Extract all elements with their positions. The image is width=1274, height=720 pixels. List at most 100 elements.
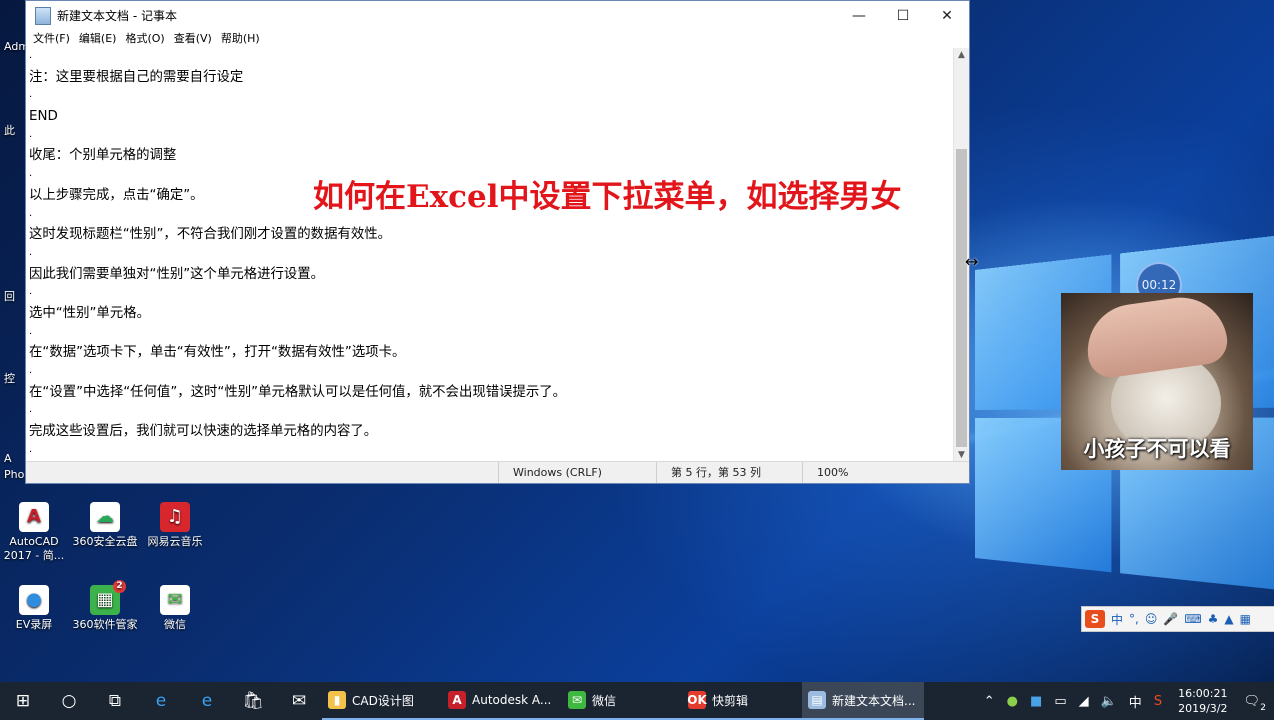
toolbox-icon[interactable]: ▦ — [1240, 612, 1251, 626]
desktop-icon-label-partial[interactable]: A — [4, 452, 12, 465]
text-line[interactable]: . — [26, 324, 956, 344]
close-button[interactable]: ✕ — [925, 1, 969, 30]
text-line[interactable]: . — [26, 245, 956, 265]
text-line[interactable]: 在“数据”选项卡下，单击“有效性”，打开“数据有效性”选项卡。 — [26, 343, 956, 363]
text-line[interactable]: 这时发现标题栏“性别”，不符合我们刚才设置的数据有效性。 — [26, 225, 956, 245]
volume-icon[interactable]: 🔈 — [1095, 694, 1123, 709]
video-overlay-title: 如何在Excel中设置下拉菜单，如选择男女 — [313, 179, 902, 215]
webcam-caption: 小孩子不可以看 — [1083, 437, 1231, 461]
desktop-icon-label: 网易云音乐 — [147, 535, 203, 548]
shirt-icon[interactable]: ▲ — [1224, 612, 1233, 626]
scroll-up-icon[interactable]: ▲ — [954, 48, 969, 63]
taskbar-app-label: Autodesk A... — [472, 693, 552, 707]
text-line[interactable]: 注：这里要根据自己的需要自行设定 — [26, 68, 956, 88]
desktop: Adm 此 回 控 A Pho A AutoCAD 2017 - 简... ☁ … — [0, 0, 1274, 682]
network-icon[interactable]: ◢ — [1073, 694, 1095, 709]
text-line[interactable]: . — [26, 127, 956, 147]
mail-icon[interactable]: ✉ — [276, 682, 322, 720]
ime-toolbar[interactable]: S 中 °, ☺ 🎤 ⌨ ♣ ▲ ▦ — [1081, 606, 1274, 632]
taskbar-app-label: 快剪辑 — [712, 693, 749, 708]
ime-language[interactable]: 中 — [1111, 611, 1123, 628]
notification-center-icon[interactable]: 🗨 2 — [1237, 694, 1274, 713]
text-line[interactable]: END — [26, 107, 956, 127]
skin-icon[interactable]: ♣ — [1208, 612, 1219, 626]
input-language[interactable]: 中 — [1123, 692, 1148, 711]
desktop-icon-label: 微信 — [164, 618, 186, 631]
text-line[interactable]: . — [26, 442, 956, 462]
punctuation-icon[interactable]: °, — [1129, 612, 1139, 626]
status-cursor-position: 第 5 行，第 53 列 — [656, 462, 802, 483]
menu-view[interactable]: 查看(V) — [171, 30, 218, 48]
notification-count: 2 — [1260, 702, 1266, 713]
scrollbar-thumb[interactable] — [956, 149, 967, 447]
text-line[interactable]: . — [26, 48, 956, 68]
desktop-icon-label: 360软件管家 — [72, 618, 138, 631]
hand-image — [1081, 293, 1231, 381]
notepad-window[interactable]: 新建文本文档 - 记事本 — ☐ ✕ 文件(F) 编辑(E) 格式(O) 查看(… — [25, 0, 970, 484]
start-button[interactable]: ⊞ — [0, 682, 46, 720]
menu-help[interactable]: 帮助(H) — [218, 30, 266, 48]
cortana-search-icon[interactable]: ○ — [46, 682, 92, 720]
desktop-icon-360-software[interactable]: ▦ 2 360软件管家 — [71, 580, 139, 632]
desktop-icon-wechat[interactable]: ✉ 微信 — [141, 585, 209, 632]
status-zoom: 100% — [802, 462, 962, 483]
badge-count: 2 — [113, 580, 126, 593]
desktop-icon-label-partial[interactable]: 控 — [4, 370, 15, 386]
battery-icon[interactable]: ▭ — [1048, 694, 1072, 709]
taskbar: ⊞ ○ ⧉ e e 🛍 ✉ ▮ CAD设计图 A Autodesk A... ✉ 微信 OK… — [0, 682, 1274, 720]
wechat-icon: ✉ — [160, 585, 190, 615]
desktop-icon-autocad[interactable]: A AutoCAD 2017 - 简... — [0, 502, 68, 563]
text-line[interactable]: 完成这些设置后，我们就可以快速的选择单元格的内容了。 — [26, 422, 956, 442]
webcam-overlay: 小孩子不可以看 — [1061, 293, 1253, 470]
text-line[interactable]: 因此我们需要单独对“性别”这个单元格进行设置。 — [26, 265, 956, 285]
desktop-icon-label-partial[interactable]: 回 — [4, 288, 15, 304]
task-view-icon[interactable]: ⧉ — [92, 682, 138, 720]
sogou-tray-icon[interactable]: S — [1148, 694, 1168, 709]
emoji-icon[interactable]: ☺ — [1145, 612, 1158, 626]
taskbar-app-icon: OK — [687, 691, 707, 709]
ie-browser-icon[interactable]: e — [138, 682, 184, 720]
edge-browser-icon[interactable]: e — [184, 682, 230, 720]
software-manager-icon: ▦ 2 — [90, 580, 126, 615]
clock[interactable]: 16:00:21 2019/3/2 — [1168, 686, 1237, 716]
cloud-icon: ☁ — [90, 502, 120, 532]
desktop-icon-netease-music[interactable]: ♫ 网易云音乐 — [141, 502, 209, 549]
taskbar-app-button[interactable]: OK 快剪辑 — [682, 682, 802, 720]
title-bar[interactable]: 新建文本文档 - 记事本 — ☐ ✕ — [26, 1, 969, 30]
taskbar-app-icon: A — [448, 691, 466, 709]
taskbar-app-label: CAD设计图 — [352, 693, 414, 708]
text-line[interactable]: 收尾：个别单元格的调整 — [26, 146, 956, 166]
text-line[interactable]: . — [26, 363, 956, 383]
desktop-icon-label: EV录屏 — [15, 618, 53, 631]
sogou-icon[interactable]: S — [1085, 610, 1105, 628]
desktop-icon-label-partial[interactable]: 此 — [4, 122, 15, 138]
microphone-icon[interactable]: 🎤 — [1163, 612, 1178, 626]
text-line[interactable]: . — [26, 87, 956, 107]
text-editor[interactable]: . 注：这里要根据自己的需要自行设定. END. 收尾：个别单元格的调整. 以上步骤完成… — [26, 48, 956, 463]
tray-app-icon[interactable]: ● — [1001, 694, 1024, 709]
music-icon: ♫ — [160, 502, 190, 532]
taskbar-app-label: 新建文本文档... — [832, 693, 916, 708]
desktop-icon-label-partial[interactable]: Pho — [4, 468, 24, 481]
text-line[interactable]: . — [26, 284, 956, 304]
tray-app-icon[interactable]: ■ — [1024, 694, 1048, 709]
clock-time: 16:00:21 — [1178, 687, 1228, 700]
taskbar-app-button[interactable]: ✉ 微信 — [562, 682, 682, 720]
taskbar-app-button[interactable]: A Autodesk A... — [442, 682, 562, 720]
menu-file[interactable]: 文件(F) — [30, 30, 76, 48]
text-line[interactable]: . — [26, 402, 956, 422]
keyboard-icon[interactable]: ⌨ — [1184, 612, 1201, 626]
system-tray: ⌃ ● ■ ▭ ◢ 🔈 中 S 16:00:21 2019/3/2 🗨 2 — [978, 682, 1274, 720]
menu-edit[interactable]: 编辑(E) — [76, 30, 123, 48]
show-hidden-icons-icon[interactable]: ⌃ — [978, 694, 1001, 709]
text-line[interactable]: 在“设置”中选择“任何值”，这时“性别”单元格默认可以是任何值，就不会出现错误提… — [26, 383, 956, 403]
maximize-button[interactable]: ☐ — [881, 1, 925, 30]
taskbar-app-button[interactable]: ▮ CAD设计图 — [322, 682, 442, 720]
menu-format[interactable]: 格式(O) — [122, 30, 170, 48]
store-icon[interactable]: 🛍 — [230, 682, 276, 720]
taskbar-app-button[interactable]: ▤ 新建文本文档... — [802, 682, 924, 720]
desktop-icon-360-cloud[interactable]: ☁ 360安全云盘 — [71, 502, 139, 549]
text-line[interactable]: 选中“性别”单元格。 — [26, 304, 956, 324]
minimize-button[interactable]: — — [837, 1, 881, 30]
desktop-icon-ev-recorder[interactable]: ● EV录屏 — [0, 585, 68, 632]
